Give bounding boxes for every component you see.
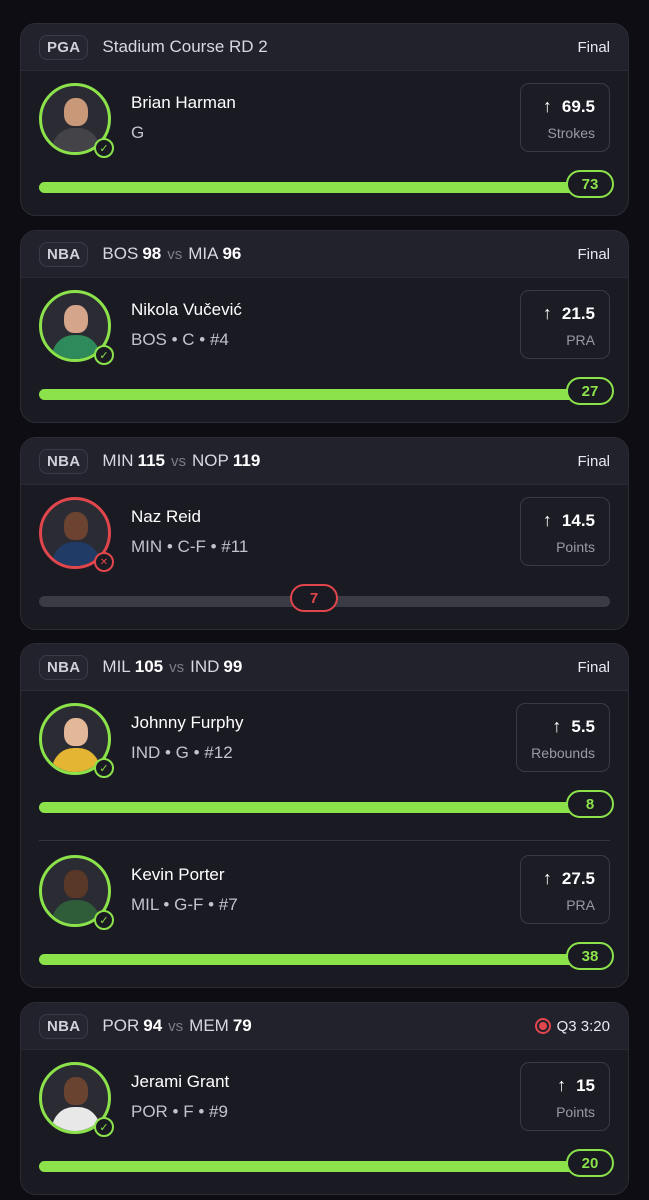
progress-bar <box>39 802 610 813</box>
stat-line-box[interactable]: ↑ 14.5 Points <box>520 497 610 566</box>
player-avatar[interactable]: ✓ <box>39 1062 114 1137</box>
arrow-up-icon: ↑ <box>542 510 552 530</box>
player-info: G <box>131 123 145 142</box>
player-avatar[interactable]: ✓ <box>39 290 114 365</box>
player-info: BOS • C • #4 <box>131 330 229 349</box>
stat-label: PRA <box>566 897 595 913</box>
stat-line-box[interactable]: ↑ 5.5 Rebounds <box>516 703 610 772</box>
arrow-up-icon: ↑ <box>542 96 552 116</box>
game-status: Q3 3:20 <box>534 1018 610 1035</box>
card-header: PGA Stadium Course RD 2 Final <box>21 24 628 71</box>
x-icon: ✕ <box>94 552 114 572</box>
game-status: Final <box>577 38 610 56</box>
player-row[interactable]: ✓ Jerami Grant POR • F • #9 ↑ 15 Points 2… <box>21 1050 628 1194</box>
arrow-up-icon: ↑ <box>552 716 562 736</box>
check-icon: ✓ <box>94 910 114 930</box>
divider <box>39 840 610 841</box>
check-icon: ✓ <box>94 758 114 778</box>
card-header: NBA MIL 105 vs IND 99 Final <box>21 644 628 691</box>
player-row[interactable]: ✓ Kevin Porter MIL • G-F • #7 ↑ 27.5 PRA … <box>21 843 628 987</box>
stat-line-box[interactable]: ↑ 21.5 PRA <box>520 290 610 359</box>
stat-line-value: 27.5 <box>561 868 595 888</box>
player-row[interactable]: ✕ Naz Reid MIN • C-F • #11 ↑ 14.5 Points … <box>21 485 628 629</box>
league-badge: NBA <box>39 241 89 267</box>
stat-label: Strokes <box>547 125 595 141</box>
stat-line-box[interactable]: ↑ 69.5 Strokes <box>520 83 610 152</box>
player-info: MIN • C-F • #11 <box>131 537 249 556</box>
player-info: IND • G • #12 <box>131 743 233 762</box>
stat-label: PRA <box>566 332 595 348</box>
arrow-up-icon: ↑ <box>542 868 552 888</box>
league-badge: PGA <box>39 34 89 60</box>
player-avatar[interactable]: ✓ <box>39 703 114 778</box>
player-info: POR • F • #9 <box>131 1102 228 1121</box>
event-title: Stadium Course RD 2 <box>102 37 268 56</box>
league-badge: NBA <box>39 654 89 680</box>
top-edge <box>0 0 649 8</box>
league-badge: NBA <box>39 1013 89 1039</box>
player-name[interactable]: Kevin Porter <box>131 865 225 885</box>
check-icon: ✓ <box>94 345 114 365</box>
league-badge: NBA <box>39 448 89 474</box>
stat-line-box[interactable]: ↑ 15 Points <box>520 1062 610 1131</box>
live-indicator-icon <box>534 1018 551 1034</box>
game-status: Final <box>577 452 610 470</box>
player-row[interactable]: ✓ Johnny Furphy IND • G • #12 ↑ 5.5 Rebou… <box>21 691 628 849</box>
game-status: Final <box>577 658 610 676</box>
result-pill: 38 <box>566 942 614 970</box>
matchup: MIN 115 vs NOP 119 <box>102 451 261 470</box>
check-icon: ✓ <box>94 138 114 158</box>
progress-bar <box>39 389 610 400</box>
pick-card-min-nop[interactable]: NBA MIN 115 vs NOP 119 Final ✕ Naz Reid MI… <box>20 437 629 630</box>
player-name[interactable]: Johnny Furphy <box>131 713 243 733</box>
matchup: MIL 105 vs IND 99 <box>102 657 243 676</box>
result-pill: 27 <box>566 377 614 405</box>
player-name[interactable]: Jerami Grant <box>131 1072 229 1092</box>
progress-bar <box>39 1161 610 1172</box>
stat-label: Points <box>556 1104 595 1120</box>
stat-line-box[interactable]: ↑ 27.5 PRA <box>520 855 610 924</box>
card-header: NBA BOS 98 vs MIA 96 Final <box>21 231 628 278</box>
card-header: NBA MIN 115 vs NOP 119 Final <box>21 438 628 485</box>
pick-card-por-mem[interactable]: NBA POR 94 vs MEM 79 Q3 3:20 ✓ Jerami Gran… <box>20 1002 629 1195</box>
player-avatar[interactable]: ✓ <box>39 855 114 930</box>
player-name[interactable]: Brian Harman <box>131 93 236 113</box>
result-pill: 20 <box>566 1149 614 1177</box>
player-row[interactable]: ✓ Nikola Vučević BOS • C • #4 ↑ 21.5 PRA … <box>21 278 628 422</box>
player-row[interactable]: ✓ Brian Harman G ↑ 69.5 Strokes 73 <box>21 71 628 215</box>
result-pill: 8 <box>566 790 614 818</box>
stat-line-value: 21.5 <box>561 303 595 323</box>
stat-label: Rebounds <box>531 745 595 761</box>
stat-label: Points <box>556 539 595 555</box>
player-name[interactable]: Nikola Vučević <box>131 300 242 320</box>
result-pill: 7 <box>290 584 339 612</box>
game-status: Final <box>577 245 610 263</box>
check-icon: ✓ <box>94 1117 114 1137</box>
player-avatar[interactable]: ✓ <box>39 83 114 158</box>
progress-bar <box>39 954 610 965</box>
card-header: NBA POR 94 vs MEM 79 Q3 3:20 <box>21 1003 628 1050</box>
stat-line-value: 5.5 <box>571 716 595 736</box>
arrow-up-icon: ↑ <box>557 1075 567 1095</box>
matchup: POR 94 vs MEM 79 <box>102 1016 252 1035</box>
stat-line-value: 69.5 <box>561 96 595 116</box>
player-info: MIL • G-F • #7 <box>131 895 238 914</box>
pick-card-pga[interactable]: PGA Stadium Course RD 2 Final ✓ Brian Ha… <box>20 23 629 216</box>
stat-line-value: 15 <box>576 1075 595 1095</box>
progress-bar <box>39 182 610 193</box>
pick-card-mil-ind[interactable]: NBA MIL 105 vs IND 99 Final ✓ Johnny Furph… <box>20 643 629 988</box>
pick-card-bos-mia[interactable]: NBA BOS 98 vs MIA 96 Final ✓ Nikola Vučevi… <box>20 230 629 423</box>
matchup: BOS 98 vs MIA 96 <box>102 244 242 263</box>
result-pill: 73 <box>566 170 614 198</box>
stat-line-value: 14.5 <box>561 510 595 530</box>
player-name[interactable]: Naz Reid <box>131 507 201 527</box>
arrow-up-icon: ↑ <box>542 303 552 323</box>
player-avatar[interactable]: ✕ <box>39 497 114 572</box>
